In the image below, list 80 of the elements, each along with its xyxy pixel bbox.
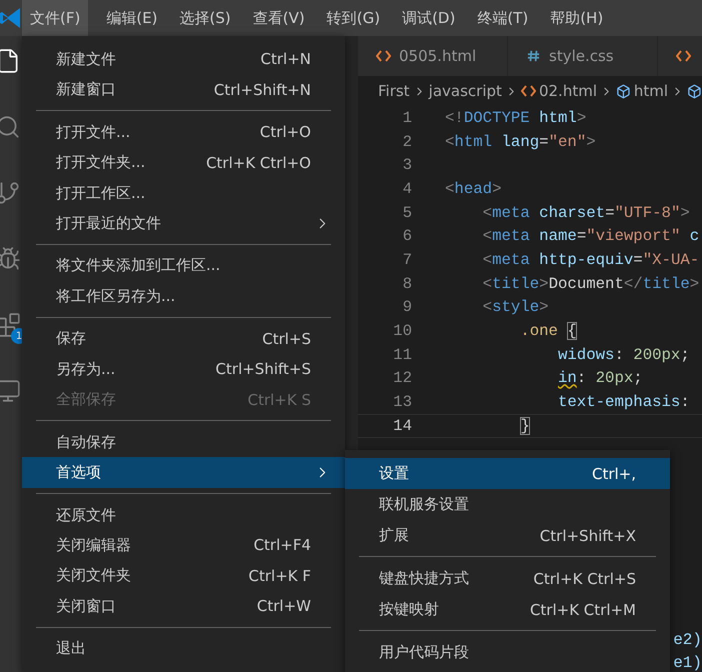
line-number: 5 [402, 204, 412, 222]
line-number: 4 [402, 180, 412, 198]
code-line: <title>Document</title> [482, 274, 700, 293]
menu-bar-item[interactable]: 调试(D) [394, 0, 464, 36]
code-line: in: 20px; [556, 369, 643, 388]
breadcrumb-item[interactable]: 02.html [538, 82, 597, 100]
hash-icon [526, 50, 541, 62]
menu-item[interactable]: 扩展 Ctrl+Shift+X [345, 520, 670, 551]
line-number: 3 [402, 156, 412, 174]
menu-bar-item[interactable]: 查看(V) [244, 0, 313, 36]
line-number: 7 [402, 250, 412, 269]
menu-item[interactable]: 打开文件夹... Ctrl+K Ctrl+O [22, 147, 345, 178]
cube-icon [616, 82, 631, 100]
bug-icon[interactable] [0, 246, 21, 272]
code-fragment: e1) [673, 654, 702, 672]
menu-item[interactable]: 联机服务设置 [345, 489, 670, 520]
line-number: 10 [392, 322, 412, 340]
line-number: 14 [392, 416, 412, 435]
line-number: 9 [402, 298, 412, 316]
menu-bar-item[interactable]: 转到(G) [318, 0, 388, 36]
menu-item[interactable]: 按键映射 Ctrl+K Ctrl+M [345, 594, 670, 625]
menu-item[interactable]: 还原文件 [22, 500, 345, 530]
menu-item[interactable]: 打开文件... Ctrl+O [22, 116, 345, 148]
html-file-icon [676, 50, 691, 62]
line-number: 2 [402, 132, 412, 151]
menu-bar-item[interactable]: 终端(T) [469, 0, 536, 36]
html-file-icon [520, 85, 536, 97]
branch-icon[interactable] [0, 180, 21, 206]
breadcrumb-item[interactable]: javascript [428, 82, 502, 100]
tab-label: 0505.html [399, 47, 476, 65]
code-line: <style> [482, 298, 549, 316]
menu-item[interactable]: 新建文件 Ctrl+N [22, 44, 345, 74]
menu-item[interactable]: 打开最近的文件 [22, 208, 345, 239]
editor-tab[interactable]: 0505.html [358, 36, 508, 76]
menu-item[interactable]: 新建窗口 Ctrl+Shift+N [22, 74, 345, 105]
menu-item[interactable]: 保存 Ctrl+S [22, 324, 345, 354]
menu-item[interactable]: 关闭文件夹 Ctrl+K F [22, 560, 345, 592]
menu-item[interactable]: 首选项 [22, 457, 345, 488]
menu-item[interactable]: 退出 [22, 634, 345, 664]
code-line: widows: 200px; [556, 346, 690, 364]
html-file-icon [376, 50, 391, 62]
code-line: <html lang="en"> [445, 132, 596, 151]
search-icon[interactable] [0, 114, 21, 140]
code-line: <!DOCTYPE html> [445, 108, 586, 127]
monitor-icon[interactable] [0, 378, 21, 404]
menu-item[interactable]: 关闭编辑器 Ctrl+F4 [22, 530, 345, 561]
line-number: 1 [402, 108, 412, 127]
menu-item[interactable]: 将文件夹添加到工作区... [22, 250, 345, 282]
line-number: 11 [392, 346, 412, 364]
code-fragment: e2) [673, 631, 702, 650]
line-number: 13 [392, 393, 412, 412]
line-number: 8 [402, 274, 412, 293]
breadcrumb-item[interactable]: html [634, 82, 668, 100]
code-line: text-emphasis: [556, 393, 690, 412]
menu-item[interactable]: 键盘快捷方式 Ctrl+K Ctrl+S [345, 563, 670, 594]
code-line: <meta name="viewport" c [482, 227, 700, 246]
tab-label: style.css [549, 47, 614, 65]
breadcrumb-item[interactable]: First [378, 82, 410, 100]
menu-bar-item[interactable]: 帮助(H) [542, 0, 612, 36]
menu-bar-item[interactable]: 文件(F) [22, 0, 88, 36]
code-line: <meta charset="UTF-8"> [482, 204, 690, 222]
menu-item[interactable]: 另存为... Ctrl+Shift+S [22, 354, 345, 384]
editor-tab[interactable]: style.css [508, 36, 658, 76]
code-line: <head> [445, 180, 502, 198]
menu-bar-item[interactable]: 选择(S) [172, 0, 239, 36]
cube-icon [687, 82, 702, 100]
code-line: } [519, 416, 530, 435]
notification-badge: 1 [11, 328, 22, 344]
blocks-icon[interactable] [0, 312, 21, 338]
menu-item[interactable]: 将工作区另存为... [22, 281, 345, 312]
menu-bar-item[interactable]: 编辑(E) [98, 0, 166, 36]
line-number: 6 [402, 227, 412, 246]
menu-item[interactable]: 自动保存 [22, 426, 345, 458]
line-number: 12 [392, 369, 412, 388]
menu-item[interactable]: 打开工作区... [22, 178, 345, 208]
menu-item[interactable]: 用户代码片段 [345, 637, 670, 668]
code-line: <meta http-equiv="X-UA- [482, 250, 700, 269]
menu-item[interactable]: 关闭窗口 Ctrl+W [22, 591, 345, 622]
code-line: .one { [519, 322, 577, 340]
menu-item[interactable]: 设置 Ctrl+, [345, 458, 670, 489]
